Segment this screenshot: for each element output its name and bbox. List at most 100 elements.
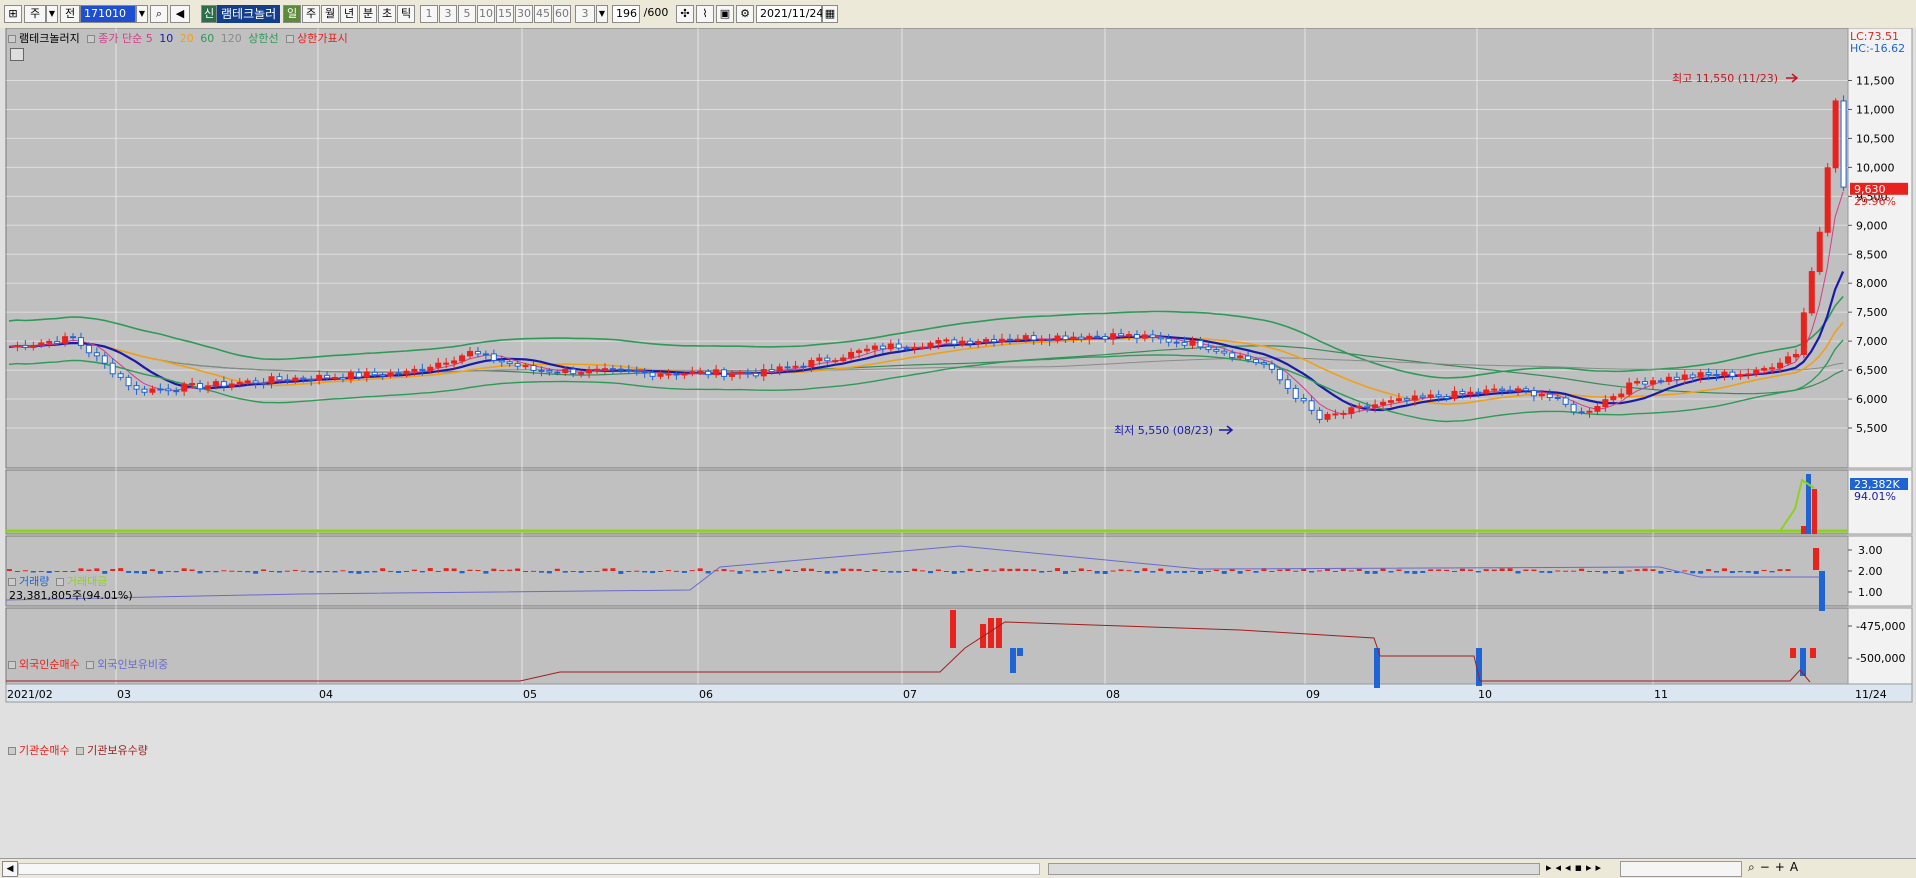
minute-15-button[interactable]: 15 bbox=[496, 5, 514, 23]
chart-layout-icon[interactable]: ⊞ bbox=[4, 5, 22, 23]
candle-body bbox=[1380, 401, 1387, 406]
candle-body bbox=[62, 336, 69, 344]
foreign-net-bar bbox=[531, 570, 537, 572]
chart-area[interactable]: 2021/02 03 04 05 06 07 08 09 10 11 11/24 11,500 11,0… bbox=[0, 28, 1916, 858]
gear-icon[interactable]: ⚙ bbox=[736, 5, 754, 23]
save-icon[interactable]: ▣ bbox=[716, 5, 734, 23]
foreign-net-bar bbox=[340, 570, 346, 572]
trend-tool-icon[interactable]: ⌇ bbox=[696, 5, 714, 23]
minute-1-button[interactable]: 1 bbox=[420, 5, 438, 23]
foreign-net-bar bbox=[507, 569, 513, 571]
candle-body bbox=[633, 370, 640, 373]
code-dropdown-icon[interactable]: ▼ bbox=[136, 5, 148, 23]
horizontal-scrollbar[interactable]: ◀ ▸◂◂▪▸▸ ⌕−+A bbox=[0, 858, 1916, 878]
foreign-net-bar bbox=[118, 568, 124, 571]
foreign-net-bar bbox=[761, 571, 767, 573]
foreign-net-bar bbox=[141, 571, 147, 574]
foreign-net-bar bbox=[126, 571, 132, 573]
foreign-net-bar bbox=[1745, 571, 1751, 573]
foreign-net-bar bbox=[721, 569, 727, 571]
legend-square-icon bbox=[87, 35, 96, 43]
chevron-down-icon[interactable]: ▼ bbox=[46, 5, 58, 23]
zoom-controls[interactable]: ⌕−+A bbox=[1748, 860, 1803, 875]
period-tab-all[interactable]: 전 bbox=[60, 5, 80, 23]
foreign-net-bar bbox=[332, 571, 338, 573]
candle-body bbox=[705, 370, 712, 376]
foreign-net-bar bbox=[1332, 571, 1338, 572]
period-year-button[interactable]: 년 bbox=[340, 5, 358, 23]
foreign-net-bar bbox=[729, 570, 735, 572]
minute-dropdown-icon[interactable]: ▼ bbox=[596, 5, 608, 23]
candle-body bbox=[1832, 100, 1839, 169]
period-minute-button[interactable]: 분 bbox=[359, 5, 377, 23]
foreign-net-bar bbox=[888, 571, 894, 573]
foreign-net-bar bbox=[991, 570, 997, 572]
foreign-net-bar bbox=[634, 570, 640, 572]
count-total: /600 bbox=[643, 6, 669, 19]
foreign-net-bar bbox=[650, 571, 656, 574]
period-second-button[interactable]: 초 bbox=[378, 5, 396, 23]
period-week-button[interactable]: 주 bbox=[302, 5, 320, 23]
minute-30-button[interactable]: 30 bbox=[515, 5, 533, 23]
minute-select[interactable]: 3 bbox=[575, 5, 595, 23]
candle-body bbox=[625, 369, 632, 372]
foreign-net-bar bbox=[1531, 569, 1537, 571]
scroll-left-icon[interactable]: ◀ bbox=[2, 861, 18, 877]
period-tab-week[interactable]: 주 bbox=[24, 5, 46, 23]
candle-body bbox=[1102, 336, 1109, 340]
candle-body bbox=[1125, 334, 1132, 337]
candle-body bbox=[903, 347, 910, 350]
scroll-track[interactable] bbox=[18, 863, 1040, 875]
foreign-net-bar bbox=[538, 571, 544, 573]
count-input[interactable]: 196 bbox=[612, 5, 640, 23]
minute-10-button[interactable]: 10 bbox=[477, 5, 495, 23]
calendar-icon[interactable]: ▦ bbox=[822, 5, 838, 23]
candle-body bbox=[530, 365, 537, 371]
period-month-button[interactable]: 월 bbox=[321, 5, 339, 23]
period-tick-button[interactable]: 틱 bbox=[397, 5, 415, 23]
foreign-net-bar bbox=[1515, 571, 1521, 574]
foreign-net-bar bbox=[808, 568, 814, 571]
speaker-icon[interactable]: ◀ bbox=[170, 5, 190, 23]
minute-5-button[interactable]: 5 bbox=[458, 5, 476, 23]
foreign-net-bar bbox=[1602, 571, 1608, 574]
foreign-net-bar bbox=[380, 568, 386, 571]
candle-body bbox=[38, 342, 45, 346]
date-input[interactable]: 2021/11/24 bbox=[756, 5, 823, 23]
inst-tick-label: -500,000 bbox=[1856, 652, 1905, 665]
foreign-net-bar bbox=[896, 571, 902, 573]
candle-body bbox=[752, 372, 759, 377]
foreign-net-bar bbox=[554, 568, 560, 571]
foreign-net-bar bbox=[237, 571, 243, 572]
zoom-slider[interactable] bbox=[1620, 861, 1742, 877]
foreign-net-bar bbox=[1571, 570, 1577, 572]
foreign-net-bar bbox=[348, 571, 354, 574]
stock-code-input[interactable]: 171010 bbox=[80, 5, 136, 23]
playback-controls[interactable]: ▸◂◂▪▸▸ bbox=[1546, 861, 1605, 874]
minute-60-button[interactable]: 60 bbox=[553, 5, 571, 23]
price-tick-label: 7,500 bbox=[1856, 306, 1888, 319]
grid-toggle-icon[interactable] bbox=[10, 48, 24, 61]
foreign-net-bar bbox=[1253, 571, 1259, 573]
foreign-net-bar bbox=[1563, 570, 1569, 572]
x-axis-label: 04 bbox=[319, 688, 333, 701]
period-day-button[interactable]: 일 bbox=[283, 5, 301, 23]
inst-legend: 기관순매수 기관보유수량 bbox=[8, 742, 148, 758]
crosshair-icon[interactable]: ✣ bbox=[676, 5, 694, 23]
candle-body bbox=[768, 369, 775, 373]
foreign-net-bar bbox=[189, 569, 195, 571]
minute-45-button[interactable]: 45 bbox=[534, 5, 552, 23]
foreign-net-bar bbox=[1166, 571, 1172, 574]
scroll-thumb[interactable] bbox=[1048, 863, 1540, 875]
candle-body bbox=[1030, 335, 1037, 341]
candle-body bbox=[347, 372, 354, 380]
foreign-net-bar bbox=[1031, 569, 1037, 571]
minute-3-button[interactable]: 3 bbox=[439, 5, 457, 23]
search-icon[interactable]: ⌕ bbox=[150, 5, 168, 23]
candle-body bbox=[824, 357, 831, 362]
candle-body bbox=[1642, 381, 1649, 385]
candle-body bbox=[1094, 335, 1101, 338]
foreign-net-bar bbox=[737, 571, 743, 574]
candle-body bbox=[332, 376, 339, 379]
candle-body bbox=[649, 372, 656, 377]
